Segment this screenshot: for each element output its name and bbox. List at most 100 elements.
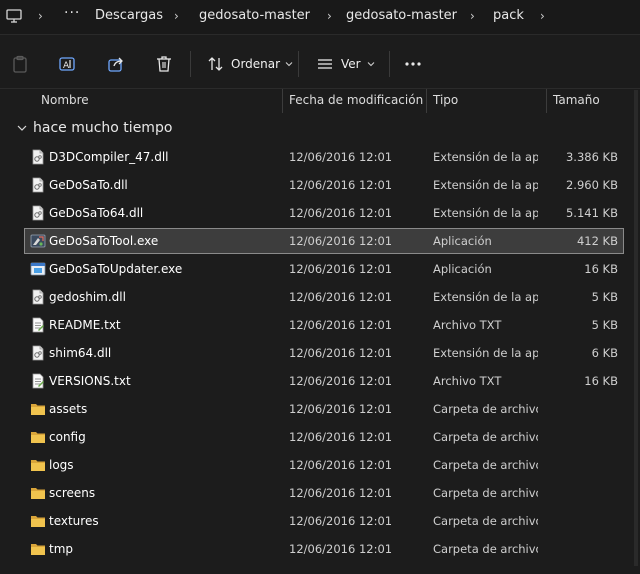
rename-icon[interactable]: A xyxy=(58,55,76,73)
column-resizer[interactable] xyxy=(282,89,283,113)
chevron-down-icon xyxy=(285,62,293,67)
file-date: 12/06/2016 12:01 xyxy=(289,458,393,472)
column-resizer[interactable] xyxy=(426,89,427,113)
chevron-down-icon xyxy=(17,125,27,131)
file-name: D3DCompiler_47.dll xyxy=(49,150,169,164)
file-date: 12/06/2016 12:01 xyxy=(289,430,393,444)
file-size: 16 KB xyxy=(584,262,618,276)
this-pc-icon[interactable] xyxy=(6,8,22,24)
txt-file-icon xyxy=(30,317,46,333)
column-header-type[interactable]: Tipo xyxy=(433,93,458,107)
svg-text:A: A xyxy=(63,61,70,71)
file-row-gedosatoupdater-exe[interactable]: GeDoSaToUpdater.exe 12/06/2016 12:01 Apl… xyxy=(24,256,624,282)
file-row-gedosato-dll[interactable]: GeDoSaTo.dll 12/06/2016 12:01 Extensión … xyxy=(24,172,624,198)
share-icon[interactable] xyxy=(107,55,125,73)
more-options-icon[interactable] xyxy=(404,55,422,73)
file-date: 12/06/2016 12:01 xyxy=(289,486,393,500)
file-type: Carpeta de archivos xyxy=(433,430,538,444)
sort-icon xyxy=(208,57,223,71)
file-date: 12/06/2016 12:01 xyxy=(289,150,393,164)
file-date: 12/06/2016 12:01 xyxy=(289,402,393,416)
file-name: shim64.dll xyxy=(49,346,112,360)
file-row-tmp[interactable]: tmp 12/06/2016 12:01 Carpeta de archivos xyxy=(24,536,624,562)
file-name: textures xyxy=(49,514,99,528)
breadcrumb-pack[interactable]: pack xyxy=(493,8,524,23)
file-type: Archivo TXT xyxy=(433,374,502,388)
file-date: 12/06/2016 12:01 xyxy=(289,514,393,528)
file-row-gedosatotool-exe[interactable]: GeDoSaToTool.exe 12/06/2016 12:01 Aplica… xyxy=(24,228,624,254)
file-row-assets[interactable]: assets 12/06/2016 12:01 Carpeta de archi… xyxy=(24,396,624,422)
view-button[interactable]: Ver xyxy=(316,55,375,73)
file-row-logs[interactable]: logs 12/06/2016 12:01 Carpeta de archivo… xyxy=(24,452,624,478)
file-name: GeDoSaToTool.exe xyxy=(49,234,159,248)
dll-file-icon xyxy=(30,289,46,305)
file-row-d3dcompiler-47-dll[interactable]: D3DCompiler_47.dll 12/06/2016 12:01 Exte… xyxy=(24,144,624,170)
address-bar[interactable]: › ··· › › › › Descargas gedosato-master … xyxy=(0,0,640,34)
breadcrumb-gedosato-master[interactable]: gedosato-master xyxy=(199,8,310,23)
chevron-right-icon: › xyxy=(327,9,332,23)
scrollbar[interactable] xyxy=(634,90,638,566)
file-date: 12/06/2016 12:01 xyxy=(289,234,393,248)
toolbar-divider xyxy=(190,51,191,77)
folder-icon xyxy=(30,457,46,473)
dll-file-icon xyxy=(30,205,46,221)
file-name: screens xyxy=(49,486,96,500)
file-name: GeDoSaToUpdater.exe xyxy=(49,262,183,276)
delete-icon[interactable] xyxy=(155,55,173,73)
file-name: config xyxy=(49,430,86,444)
column-header-name[interactable]: Nombre xyxy=(41,93,89,107)
file-name: assets xyxy=(49,402,88,416)
file-type: Archivo TXT xyxy=(433,318,502,332)
file-type: Carpeta de archivos xyxy=(433,486,538,500)
file-type: Carpeta de archivos xyxy=(433,514,538,528)
txt-file-icon xyxy=(30,373,46,389)
file-row-screens[interactable]: screens 12/06/2016 12:01 Carpeta de arch… xyxy=(24,480,624,506)
file-row-gedosato64-dll[interactable]: GeDoSaTo64.dll 12/06/2016 12:01 Extensió… xyxy=(24,200,624,226)
breadcrumb-gedosato-master-inner[interactable]: gedosato-master xyxy=(346,8,457,23)
file-date: 12/06/2016 12:01 xyxy=(289,178,393,192)
chevron-right-icon: › xyxy=(540,9,545,23)
file-name: GeDoSaTo.dll xyxy=(49,178,128,192)
command-bar: A Ordenar Ver xyxy=(0,35,640,89)
sort-button[interactable]: Ordenar xyxy=(207,55,293,73)
file-row-readme-txt[interactable]: README.txt 12/06/2016 12:01 Archivo TXT … xyxy=(24,312,624,338)
dll-file-icon xyxy=(30,345,46,361)
file-size: 16 KB xyxy=(584,374,618,388)
file-size: 5.141 KB xyxy=(565,206,618,220)
file-size: 5 KB xyxy=(591,318,618,332)
file-type: Extensión de la aplicación xyxy=(433,290,538,304)
column-resizer[interactable] xyxy=(546,89,547,113)
more-locations-icon[interactable]: ··· xyxy=(64,5,80,21)
toolbar-divider xyxy=(389,51,390,77)
file-name: GeDoSaTo64.dll xyxy=(49,206,144,220)
file-size: 412 KB xyxy=(576,234,618,248)
file-row-textures[interactable]: textures 12/06/2016 12:01 Carpeta de arc… xyxy=(24,508,624,534)
file-row-shim64-dll[interactable]: shim64.dll 12/06/2016 12:01 Extensión de… xyxy=(24,340,624,366)
file-name: tmp xyxy=(49,542,74,556)
file-row-versions-txt[interactable]: VERSIONS.txt 12/06/2016 12:01 Archivo TX… xyxy=(24,368,624,394)
file-date: 12/06/2016 12:01 xyxy=(289,374,393,388)
chevron-down-icon xyxy=(367,62,374,67)
dll-file-icon xyxy=(30,149,46,165)
view-list-icon xyxy=(318,59,332,69)
exe-window-icon xyxy=(30,261,46,277)
file-row-config[interactable]: config 12/06/2016 12:01 Carpeta de archi… xyxy=(24,424,624,450)
file-row-gedoshim-dll[interactable]: gedoshim.dll 12/06/2016 12:01 Extensión … xyxy=(24,284,624,310)
breadcrumb-descargas[interactable]: Descargas xyxy=(95,8,163,23)
file-name: README.txt xyxy=(49,318,121,332)
file-type: Carpeta de archivos xyxy=(433,458,538,472)
file-date: 12/06/2016 12:01 xyxy=(289,206,393,220)
file-size: 6 KB xyxy=(591,346,618,360)
sort-label: Ordenar xyxy=(231,57,281,71)
file-size: 5 KB xyxy=(591,290,618,304)
group-header[interactable]: hace mucho tiempo xyxy=(16,120,172,136)
paste-icon[interactable] xyxy=(11,55,29,73)
file-type: Aplicación xyxy=(433,262,492,276)
chevron-right-icon: › xyxy=(470,9,475,23)
file-type: Carpeta de archivos xyxy=(433,542,538,556)
column-header-date[interactable]: Fecha de modificación xyxy=(289,93,423,107)
file-date: 12/06/2016 12:01 xyxy=(289,290,393,304)
file-type: Extensión de la aplicación xyxy=(433,206,538,220)
column-header-row: Nombre Fecha de modificación Tipo Tamaño xyxy=(0,89,640,113)
column-header-size[interactable]: Tamaño xyxy=(553,93,600,107)
